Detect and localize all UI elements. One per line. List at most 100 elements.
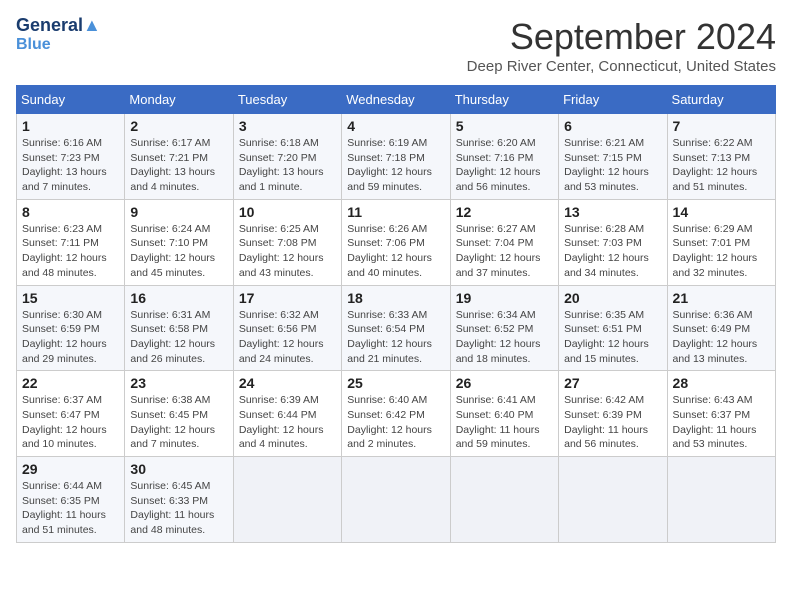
- day-info: Sunrise: 6:20 AMSunset: 7:16 PMDaylight:…: [456, 136, 553, 195]
- day-info: Sunrise: 6:44 AMSunset: 6:35 PMDaylight:…: [22, 479, 119, 538]
- day-info: Sunrise: 6:21 AMSunset: 7:15 PMDaylight:…: [564, 136, 661, 195]
- day-number: 17: [239, 290, 336, 306]
- day-number: 9: [130, 204, 227, 220]
- day-number: 29: [22, 461, 119, 477]
- logo-blue: Blue: [16, 36, 101, 54]
- day-cell-27: 27 Sunrise: 6:42 AMSunset: 6:39 PMDayligh…: [559, 371, 667, 457]
- day-cell-2: 2 Sunrise: 6:17 AMSunset: 7:21 PMDaylight…: [125, 114, 233, 200]
- day-cell-8: 8Sunrise: 6:23 AMSunset: 7:11 PMDaylight…: [17, 199, 125, 285]
- day-number: 20: [564, 290, 661, 306]
- day-number: 10: [239, 204, 336, 220]
- day-number: 22: [22, 375, 119, 391]
- day-number: 19: [456, 290, 553, 306]
- weekday-thursday: Thursday: [450, 86, 558, 114]
- day-info: Sunrise: 6:38 AMSunset: 6:45 PMDaylight:…: [130, 393, 227, 452]
- empty-cell: [233, 457, 341, 543]
- week-row-3: 15 Sunrise: 6:30 AMSunset: 6:59 PMDayligh…: [17, 285, 776, 371]
- day-number: 15: [22, 290, 119, 306]
- day-cell-3: 3 Sunrise: 6:18 AMSunset: 7:20 PMDaylight…: [233, 114, 341, 200]
- day-cell-14: 14 Sunrise: 6:29 AMSunset: 7:01 PMDayligh…: [667, 199, 775, 285]
- day-number: 2: [130, 118, 227, 134]
- day-cell-10: 10 Sunrise: 6:25 AMSunset: 7:08 PMDayligh…: [233, 199, 341, 285]
- day-number: 14: [673, 204, 770, 220]
- day-number: 28: [673, 375, 770, 391]
- day-number: 27: [564, 375, 661, 391]
- day-info: Sunrise: 6:40 AMSunset: 6:42 PMDaylight:…: [347, 393, 444, 452]
- week-row-2: 8Sunrise: 6:23 AMSunset: 7:11 PMDaylight…: [17, 199, 776, 285]
- day-cell-4: 4Sunrise: 6:19 AMSunset: 7:18 PMDaylight…: [342, 114, 450, 200]
- empty-cell: [667, 457, 775, 543]
- day-number: 6: [564, 118, 661, 134]
- day-cell-22: 22 Sunrise: 6:37 AMSunset: 6:47 PMDayligh…: [17, 371, 125, 457]
- calendar-table: SundayMondayTuesdayWednesdayThursdayFrid…: [16, 85, 776, 543]
- logo: General▲ Blue: [16, 16, 101, 53]
- day-cell-23: 23 Sunrise: 6:38 AMSunset: 6:45 PMDayligh…: [125, 371, 233, 457]
- weekday-wednesday: Wednesday: [342, 86, 450, 114]
- day-cell-11: 11 Sunrise: 6:26 AMSunset: 7:06 PMDayligh…: [342, 199, 450, 285]
- day-info: Sunrise: 6:26 AMSunset: 7:06 PMDaylight:…: [347, 222, 444, 281]
- day-number: 8: [22, 204, 119, 220]
- day-cell-29: 29 Sunrise: 6:44 AMSunset: 6:35 PMDayligh…: [17, 457, 125, 543]
- day-info: Sunrise: 6:45 AMSunset: 6:33 PMDaylight:…: [130, 479, 227, 538]
- week-row-5: 29 Sunrise: 6:44 AMSunset: 6:35 PMDayligh…: [17, 457, 776, 543]
- day-info: Sunrise: 6:24 AMSunset: 7:10 PMDaylight:…: [130, 222, 227, 281]
- logo-text: General▲: [16, 16, 101, 36]
- day-cell-17: 17 Sunrise: 6:32 AMSunset: 6:56 PMDayligh…: [233, 285, 341, 371]
- day-info: Sunrise: 6:29 AMSunset: 7:01 PMDaylight:…: [673, 222, 770, 281]
- day-info: Sunrise: 6:43 AMSunset: 6:37 PMDaylight:…: [673, 393, 770, 452]
- empty-cell: [342, 457, 450, 543]
- day-info: Sunrise: 6:41 AMSunset: 6:40 PMDaylight:…: [456, 393, 553, 452]
- day-info: Sunrise: 6:34 AMSunset: 6:52 PMDaylight:…: [456, 308, 553, 367]
- day-number: 18: [347, 290, 444, 306]
- day-cell-12: 12 Sunrise: 6:27 AMSunset: 7:04 PMDayligh…: [450, 199, 558, 285]
- day-number: 25: [347, 375, 444, 391]
- day-cell-16: 16 Sunrise: 6:31 AMSunset: 6:58 PMDayligh…: [125, 285, 233, 371]
- day-cell-28: 28 Sunrise: 6:43 AMSunset: 6:37 PMDayligh…: [667, 371, 775, 457]
- day-number: 16: [130, 290, 227, 306]
- day-info: Sunrise: 6:39 AMSunset: 6:44 PMDaylight:…: [239, 393, 336, 452]
- day-number: 23: [130, 375, 227, 391]
- day-info: Sunrise: 6:17 AMSunset: 7:21 PMDaylight:…: [130, 136, 227, 195]
- day-info: Sunrise: 6:16 AMSunset: 7:23 PMDaylight:…: [22, 136, 119, 195]
- day-cell-7: 7Sunrise: 6:22 AMSunset: 7:13 PMDaylight…: [667, 114, 775, 200]
- day-cell-9: 9 Sunrise: 6:24 AMSunset: 7:10 PMDaylight…: [125, 199, 233, 285]
- weekday-tuesday: Tuesday: [233, 86, 341, 114]
- day-info: Sunrise: 6:31 AMSunset: 6:58 PMDaylight:…: [130, 308, 227, 367]
- day-info: Sunrise: 6:27 AMSunset: 7:04 PMDaylight:…: [456, 222, 553, 281]
- day-cell-1: 1 Sunrise: 6:16 AMSunset: 7:23 PMDaylight…: [17, 114, 125, 200]
- day-cell-15: 15 Sunrise: 6:30 AMSunset: 6:59 PMDayligh…: [17, 285, 125, 371]
- day-info: Sunrise: 6:28 AMSunset: 7:03 PMDaylight:…: [564, 222, 661, 281]
- day-cell-6: 6 Sunrise: 6:21 AMSunset: 7:15 PMDaylight…: [559, 114, 667, 200]
- day-info: Sunrise: 6:25 AMSunset: 7:08 PMDaylight:…: [239, 222, 336, 281]
- day-info: Sunrise: 6:30 AMSunset: 6:59 PMDaylight:…: [22, 308, 119, 367]
- day-info: Sunrise: 6:42 AMSunset: 6:39 PMDaylight:…: [564, 393, 661, 452]
- day-info: Sunrise: 6:32 AMSunset: 6:56 PMDaylight:…: [239, 308, 336, 367]
- day-number: 13: [564, 204, 661, 220]
- weekday-header-row: SundayMondayTuesdayWednesdayThursdayFrid…: [17, 86, 776, 114]
- day-cell-26: 26Sunrise: 6:41 AMSunset: 6:40 PMDayligh…: [450, 371, 558, 457]
- day-info: Sunrise: 6:37 AMSunset: 6:47 PMDaylight:…: [22, 393, 119, 452]
- day-number: 12: [456, 204, 553, 220]
- day-number: 1: [22, 118, 119, 134]
- day-number: 4: [347, 118, 444, 134]
- day-info: Sunrise: 6:35 AMSunset: 6:51 PMDaylight:…: [564, 308, 661, 367]
- day-cell-13: 13 Sunrise: 6:28 AMSunset: 7:03 PMDayligh…: [559, 199, 667, 285]
- month-title: September 2024: [467, 16, 776, 58]
- day-number: 3: [239, 118, 336, 134]
- day-cell-24: 24 Sunrise: 6:39 AMSunset: 6:44 PMDayligh…: [233, 371, 341, 457]
- week-row-1: 1 Sunrise: 6:16 AMSunset: 7:23 PMDaylight…: [17, 114, 776, 200]
- day-number: 5: [456, 118, 553, 134]
- day-number: 21: [673, 290, 770, 306]
- location-title: Deep River Center, Connecticut, United S…: [467, 58, 776, 75]
- day-info: Sunrise: 6:18 AMSunset: 7:20 PMDaylight:…: [239, 136, 336, 195]
- day-cell-20: 20 Sunrise: 6:35 AMSunset: 6:51 PMDayligh…: [559, 285, 667, 371]
- day-cell-25: 25 Sunrise: 6:40 AMSunset: 6:42 PMDayligh…: [342, 371, 450, 457]
- day-cell-19: 19 Sunrise: 6:34 AMSunset: 6:52 PMDayligh…: [450, 285, 558, 371]
- day-cell-30: 30 Sunrise: 6:45 AMSunset: 6:33 PMDayligh…: [125, 457, 233, 543]
- weekday-sunday: Sunday: [17, 86, 125, 114]
- weekday-friday: Friday: [559, 86, 667, 114]
- day-number: 24: [239, 375, 336, 391]
- day-number: 11: [347, 204, 444, 220]
- day-number: 30: [130, 461, 227, 477]
- day-info: Sunrise: 6:22 AMSunset: 7:13 PMDaylight:…: [673, 136, 770, 195]
